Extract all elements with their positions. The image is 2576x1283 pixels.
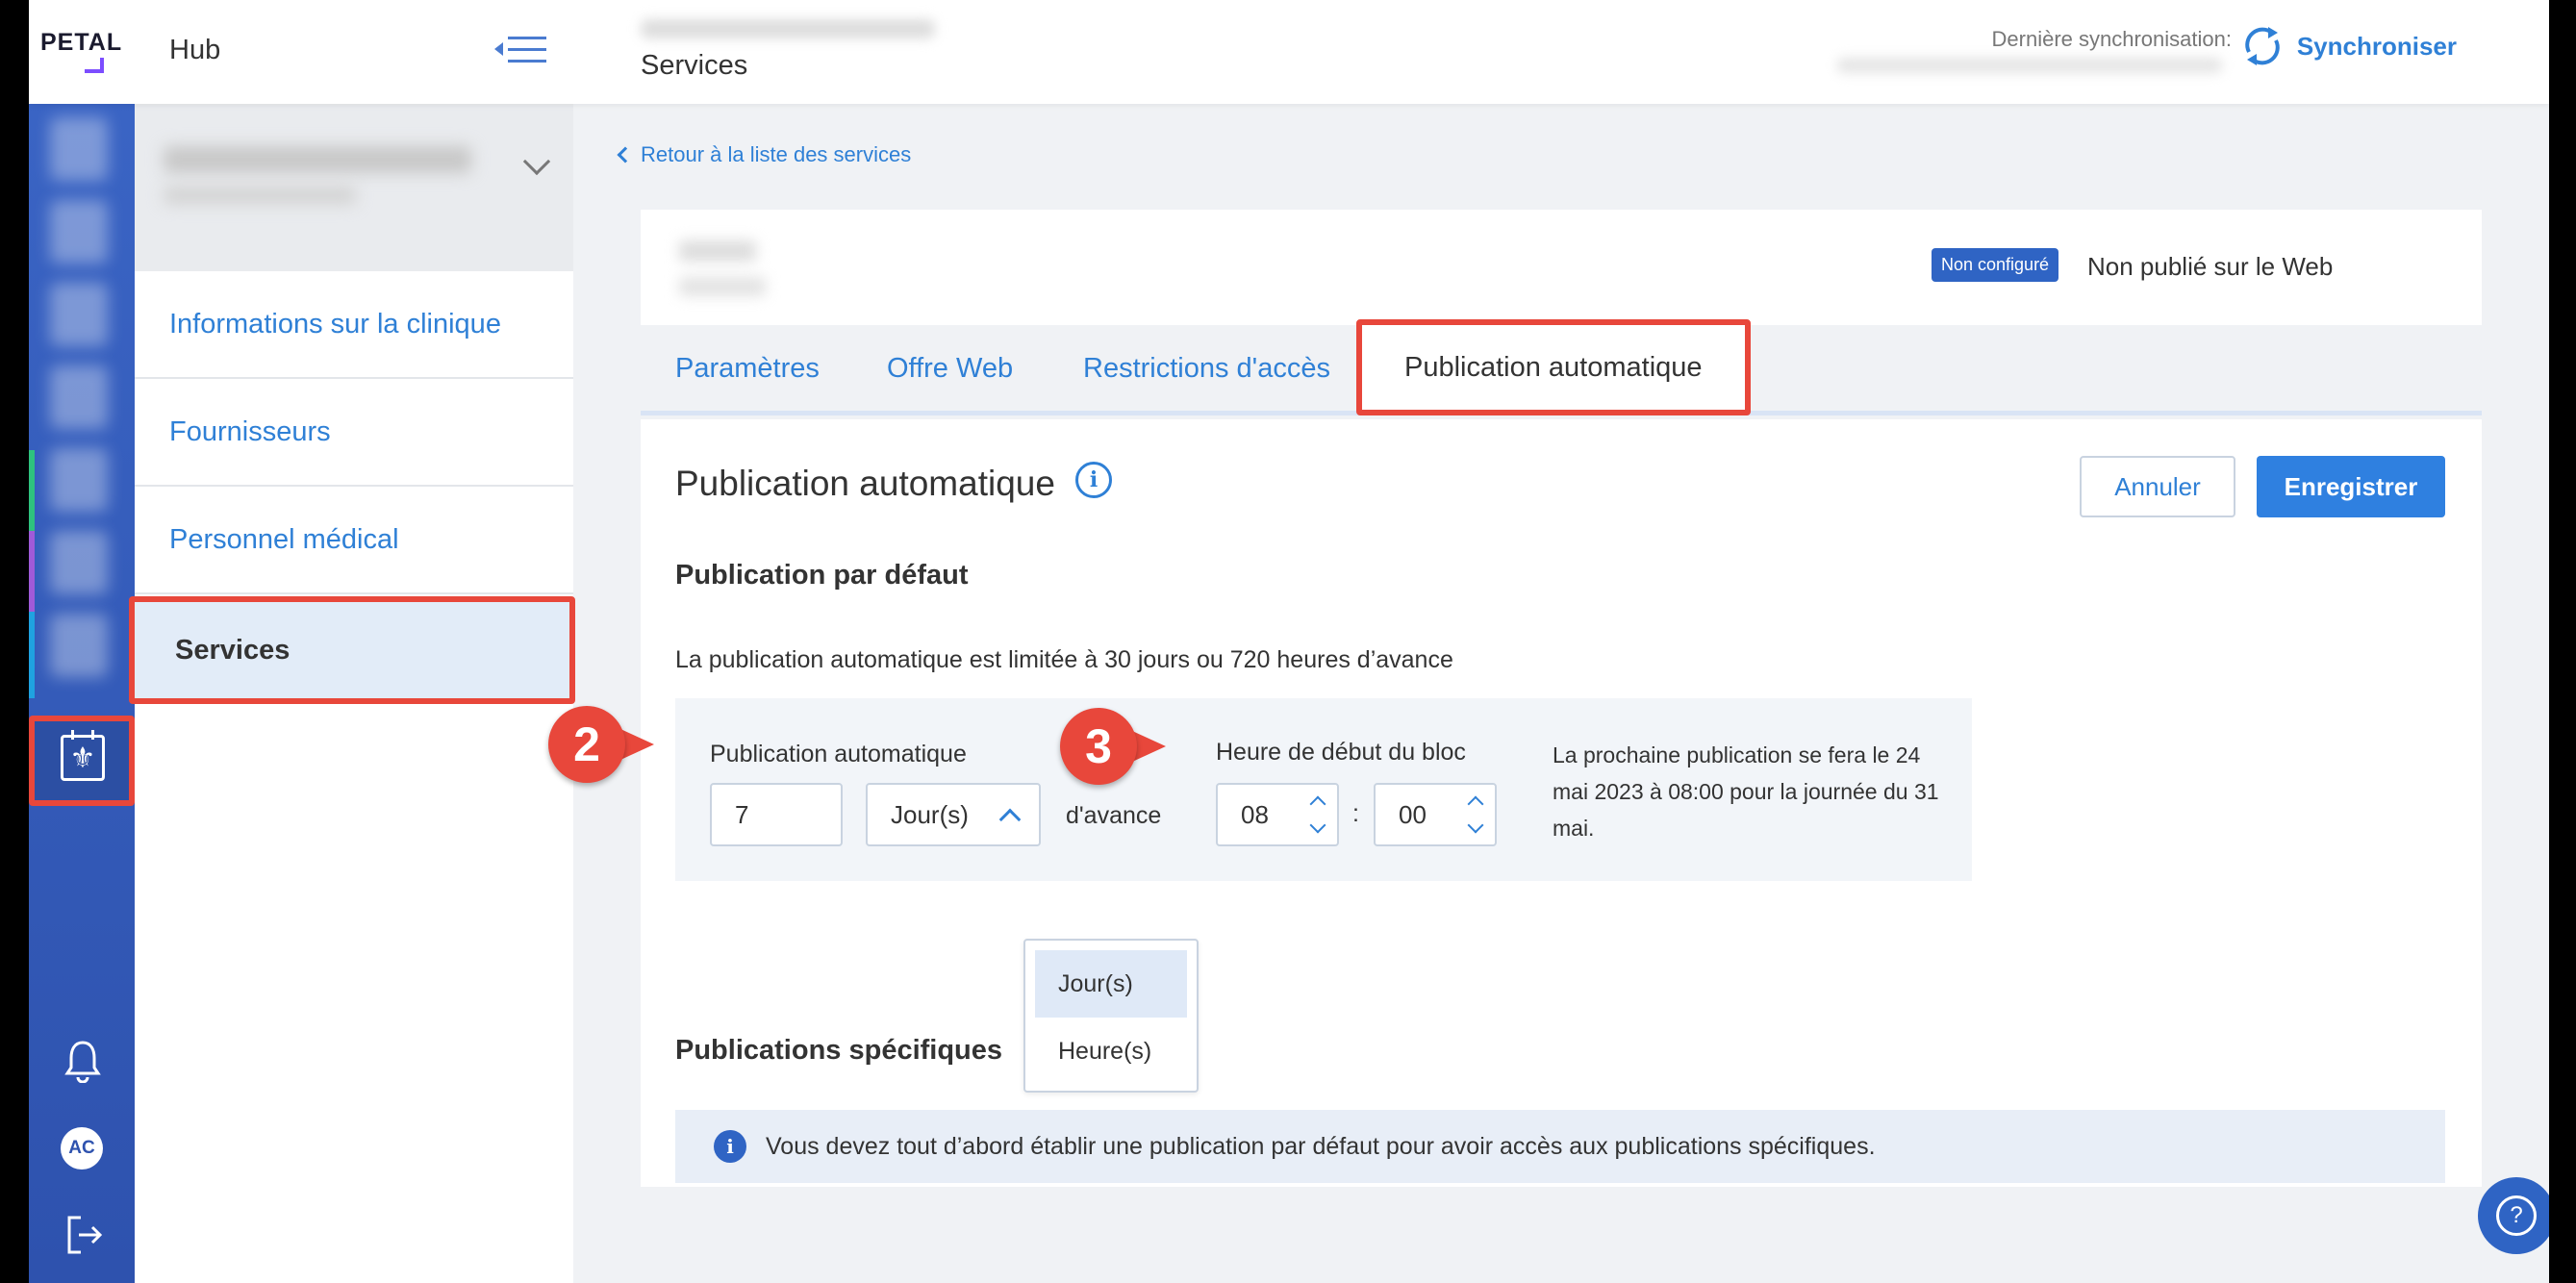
tab-bar: Paramètres Offre Web Restrictions d'accè… — [641, 319, 2482, 415]
rail-color-strip — [29, 612, 35, 698]
sync-icon — [2245, 27, 2280, 65]
cancel-button[interactable]: Annuler — [2080, 456, 2235, 517]
advance-amount-input[interactable]: 7 — [710, 783, 843, 846]
blurred-rail-icon[interactable] — [50, 200, 108, 264]
start-time-label: Heure de début du bloc — [1216, 739, 1466, 766]
blurred-clinic-name — [641, 19, 935, 38]
unit-option-days[interactable]: Jour(s) — [1035, 950, 1187, 1018]
tab-auto-publication[interactable]: Publication automatique — [1356, 319, 1751, 415]
default-publication-title: Publication par défaut — [675, 560, 969, 591]
blurred-service-name — [679, 240, 756, 262]
blurred-service-detail — [679, 277, 766, 296]
blurred-rail-icon[interactable] — [50, 531, 108, 594]
back-link-label: Retour à la liste des services — [641, 142, 912, 166]
panel-title: Publication automatique — [675, 464, 1055, 503]
help-question-icon: ? — [2496, 1195, 2537, 1236]
unit-select[interactable]: Jour(s) — [866, 783, 1041, 846]
user-avatar[interactable]: AC — [61, 1127, 103, 1170]
main-content: Retour à la liste des services Non confi… — [573, 104, 2549, 1283]
bell-icon[interactable] — [63, 1039, 102, 1083]
auto-publication-panel: Publication automatique i Annuler Enregi… — [641, 419, 2482, 1187]
tab-parameters[interactable]: Paramètres — [675, 327, 820, 410]
rail-color-strip — [29, 531, 35, 612]
next-publication-text: La prochaine publication se fera le 24 m… — [1553, 742, 1939, 841]
start-hour-stepper[interactable]: 08 — [1216, 783, 1339, 846]
step-2-number: 2 — [548, 706, 625, 783]
unit-dropdown-menu: Jour(s) Heure(s) — [1023, 939, 1199, 1093]
info-icon[interactable]: i — [1075, 462, 1112, 498]
logo-mark-icon — [85, 58, 104, 73]
icon-rail — [29, 104, 135, 1283]
start-hour-value: 08 — [1241, 799, 1269, 829]
highlight-box-rail — [29, 716, 135, 806]
blurred-rail-icon[interactable] — [50, 448, 108, 512]
status-badge: Non configuré — [1932, 248, 2059, 282]
clinic-selector[interactable] — [135, 104, 573, 271]
hour-spinner-icon[interactable] — [1308, 792, 1327, 837]
start-minute-value: 00 — [1399, 799, 1427, 829]
back-to-services-link[interactable]: Retour à la liste des services — [617, 142, 912, 167]
sidebar-item-services[interactable]: Services — [129, 596, 575, 704]
blurred-rail-icon[interactable] — [50, 614, 108, 677]
sidebar-item-clinic-info[interactable]: Informations sur la clinique — [135, 271, 573, 379]
minute-spinner-icon[interactable] — [1466, 792, 1485, 837]
chevron-up-icon — [998, 808, 1022, 831]
app-window: PETAL Hub Services Dernière synchronisat… — [29, 0, 2549, 1283]
start-minute-stepper[interactable]: 00 — [1374, 783, 1497, 846]
limit-text: La publication automatique est limitée à… — [675, 646, 1453, 673]
chevron-down-icon — [522, 147, 551, 176]
blurred-rail-icon[interactable] — [50, 283, 108, 346]
info-notice: i Vous devez tout d’abord établir une pu… — [675, 1110, 2445, 1183]
sync-button[interactable]: Synchroniser — [2239, 23, 2457, 69]
auto-publication-label: Publication automatique — [710, 741, 967, 767]
top-bar: PETAL Hub Services Dernière synchronisat… — [29, 0, 2549, 104]
secondary-sidebar: Informations sur la clinique Fournisseur… — [129, 104, 575, 1283]
blurred-clinic-selector-name — [164, 146, 471, 173]
service-header-card: Non configuré Non publié sur le Web — [641, 210, 2482, 325]
info-circle-icon: i — [714, 1130, 746, 1163]
sync-button-label: Synchroniser — [2296, 31, 2457, 61]
unit-select-value: Jour(s) — [891, 799, 969, 829]
unit-option-hours[interactable]: Heure(s) — [1035, 1018, 1187, 1085]
advance-label: d'avance — [1066, 802, 1162, 829]
notice-text: Vous devez tout d’abord établir une publ… — [766, 1132, 1876, 1160]
save-button[interactable]: Enregistrer — [2257, 456, 2445, 517]
hub-title: Hub — [169, 35, 221, 65]
page-title: Services — [641, 50, 748, 81]
logout-icon[interactable] — [63, 1214, 106, 1256]
step-3-number: 3 — [1060, 708, 1137, 785]
blurred-clinic-selector-sub — [164, 187, 356, 204]
blurred-sync-date — [1837, 58, 2222, 73]
last-sync-label: Dernière synchronisation: — [1991, 27, 2232, 51]
tab-web-offer[interactable]: Offre Web — [887, 327, 1013, 410]
help-button[interactable]: ? — [2478, 1177, 2549, 1254]
sidebar-item-providers[interactable]: Fournisseurs — [135, 379, 573, 487]
tab-access-restrictions[interactable]: Restrictions d'accès — [1083, 327, 1330, 410]
chevron-left-icon — [617, 146, 634, 164]
web-publication-status: Non publié sur le Web — [2087, 252, 2334, 281]
blurred-rail-icon[interactable] — [50, 117, 108, 181]
collapse-menu-icon[interactable] — [494, 33, 546, 67]
rail-color-strip — [29, 450, 35, 531]
specific-publications-title: Publications spécifiques — [675, 1035, 1003, 1066]
sidebar-item-medical-staff[interactable]: Personnel médical — [135, 487, 573, 594]
time-separator: : — [1352, 800, 1359, 827]
default-publication-config: Publication automatique 7 Jour(s) d'avan… — [675, 698, 1972, 881]
blurred-rail-icon[interactable] — [50, 365, 108, 429]
petal-logo: PETAL — [40, 29, 123, 56]
